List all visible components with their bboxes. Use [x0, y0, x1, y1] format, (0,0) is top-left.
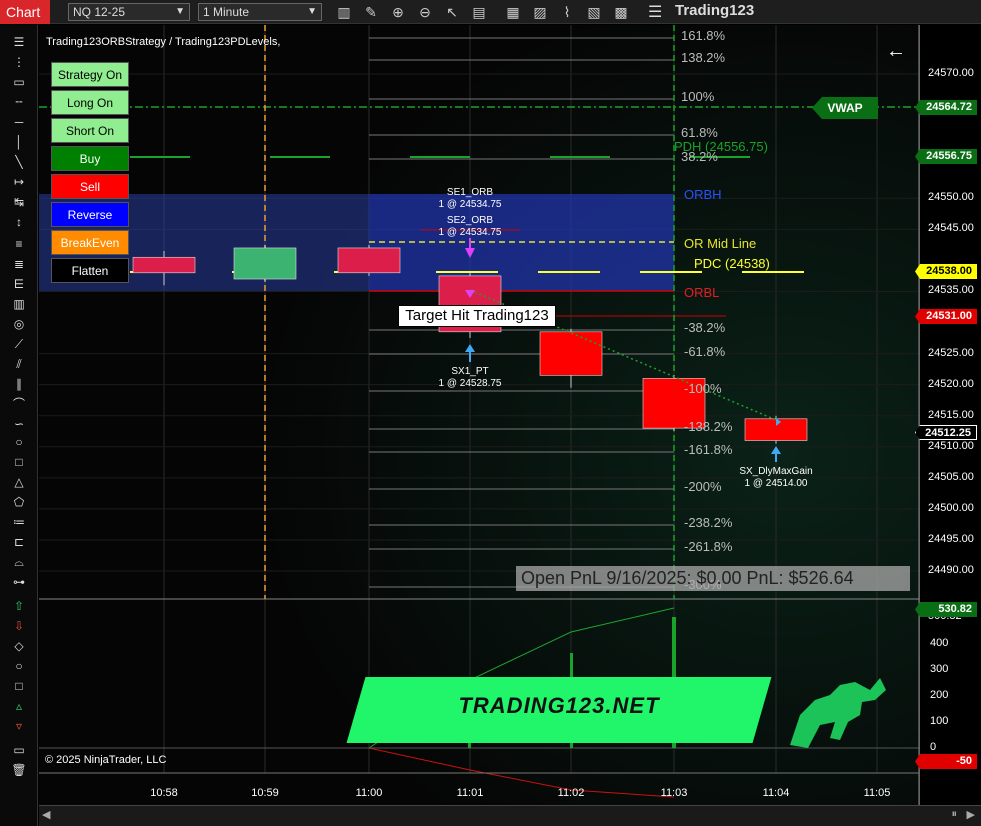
fib-label: -200% [684, 479, 722, 494]
time-tick-label: 11:05 [863, 787, 891, 799]
price-tick-label: 24550.00 [928, 191, 974, 204]
fib-label: -38.2% [684, 320, 726, 335]
fib-label: 138.2% [681, 50, 726, 65]
chart-trader-button[interactable]: Long On [51, 90, 129, 115]
horizontal-scrollbar[interactable]: ◀ ⏸ ▶ [39, 805, 981, 826]
chart-trader-button[interactable]: Sell [51, 174, 129, 199]
se2-signal-name: SE2_ORB [446, 215, 494, 226]
or-mid-label: OR Mid Line [684, 236, 757, 251]
fib-label: -100% [684, 381, 722, 396]
se2-signal-fill: 1 @ 24534.75 [438, 227, 502, 238]
time-tick-label: 10:58 [150, 787, 178, 799]
price-tick-label: 24495.00 [928, 532, 974, 545]
price-tick-label: 24510.00 [928, 439, 974, 452]
pnl-tick-label: 400 [930, 637, 949, 649]
sx1-signal-fill: 1 @ 24528.75 [438, 378, 502, 389]
chart-trader-buttons: Strategy On Long On Short On Buy Sell Reverse… [51, 62, 129, 286]
orbl-label: ORBL [684, 285, 720, 300]
fib-label: -138.2% [684, 419, 733, 434]
price-tag: 24538.00 [915, 264, 977, 279]
pnl-tick-label: 300 [930, 663, 949, 675]
price-tick-label: 24490.00 [928, 564, 974, 576]
price-tick-label: 24535.00 [928, 284, 974, 297]
sx-max-signal-name: SX_DlyMaxGain [739, 466, 813, 477]
time-tick-label: 10:59 [251, 787, 279, 799]
scroll-right-icon[interactable]: ▶ [967, 808, 975, 821]
back-arrow-icon[interactable]: ← [886, 40, 906, 63]
price-tag: 24531.00 [915, 309, 977, 324]
pdh-label: PDH (24556.75) [674, 139, 768, 154]
pnl-tag-top: 530.82 [915, 602, 977, 617]
time-tick-label: 11:00 [355, 787, 383, 799]
chart-trader-button[interactable]: Reverse [51, 202, 129, 227]
fib-label: 161.8% [681, 28, 726, 43]
pdc-label: PDC (24538) [694, 256, 770, 271]
candle-body[interactable] [132, 256, 196, 274]
sx1-signal-name: SX1_PT [451, 366, 489, 377]
time-tick-label: 11:02 [557, 787, 585, 799]
fib-label: 61.8% [681, 125, 718, 140]
price-tag: 24564.72 [915, 100, 977, 115]
chart-title: Trading123ORBStrategy / Trading123PDLeve… [46, 36, 281, 48]
chart-trader-button[interactable]: Buy [51, 146, 129, 171]
pnl-tick-label: 0 [930, 741, 937, 753]
price-tick-label: 24525.00 [928, 346, 974, 359]
target-hit-label: Target Hit Trading123 [398, 305, 556, 327]
chart-trader-button[interactable]: Short On [51, 118, 129, 143]
vwap-tag: VWAP [812, 97, 878, 119]
pnl-tick-label: 200 [930, 689, 949, 701]
pnl-tick-label: 100 [930, 715, 949, 727]
chart-trader-button[interactable]: BreakEven [51, 230, 129, 255]
price-tick-label: 24515.00 [928, 408, 974, 421]
time-tick-label: 11:01 [456, 787, 484, 799]
price-tick-label: 24520.00 [928, 377, 974, 390]
price-tag: 24512.25 [915, 425, 977, 440]
price-tick-label: 24545.00 [928, 222, 974, 235]
se1-signal-name: SE1_ORB [446, 187, 494, 198]
se1-signal-fill: 1 @ 24534.75 [438, 199, 502, 210]
orbh-label: ORBH [684, 187, 722, 202]
price-tick-label: 24570.00 [928, 67, 974, 79]
pnl-tag-bottom: -50 [915, 754, 977, 769]
fib-label: -161.8% [684, 442, 733, 457]
price-tick-label: 24505.00 [928, 470, 974, 483]
time-tick-label: 11:04 [762, 787, 790, 799]
fib-label: 100% [681, 89, 715, 104]
fib-label: -238.2% [684, 515, 733, 530]
time-tick-label: 11:03 [660, 787, 688, 799]
price-tag: 24556.75 [915, 149, 977, 164]
pnl-readout: Open PnL 9/16/2025: $0.00 PnL: $526.64 [516, 566, 910, 591]
price-tick-label: 24500.00 [928, 501, 974, 514]
chart-trader-button[interactable]: Flatten [51, 258, 129, 283]
scroll-end-icon[interactable]: ⏸ [952, 808, 958, 821]
fib-label: -261.8% [684, 539, 733, 554]
candle-body[interactable] [337, 247, 401, 274]
chart-trader-button[interactable]: Strategy On [51, 62, 129, 87]
candle-body[interactable] [233, 247, 297, 280]
copyright: © 2025 NinjaTrader, LLC [45, 754, 167, 766]
banner-text: TRADING123.NET [458, 693, 660, 718]
scroll-left-icon[interactable]: ◀ [42, 808, 50, 821]
sx-max-signal-fill: 1 @ 24514.00 [744, 478, 808, 489]
candle-body[interactable] [539, 331, 603, 376]
fib-label: -61.8% [684, 344, 726, 359]
